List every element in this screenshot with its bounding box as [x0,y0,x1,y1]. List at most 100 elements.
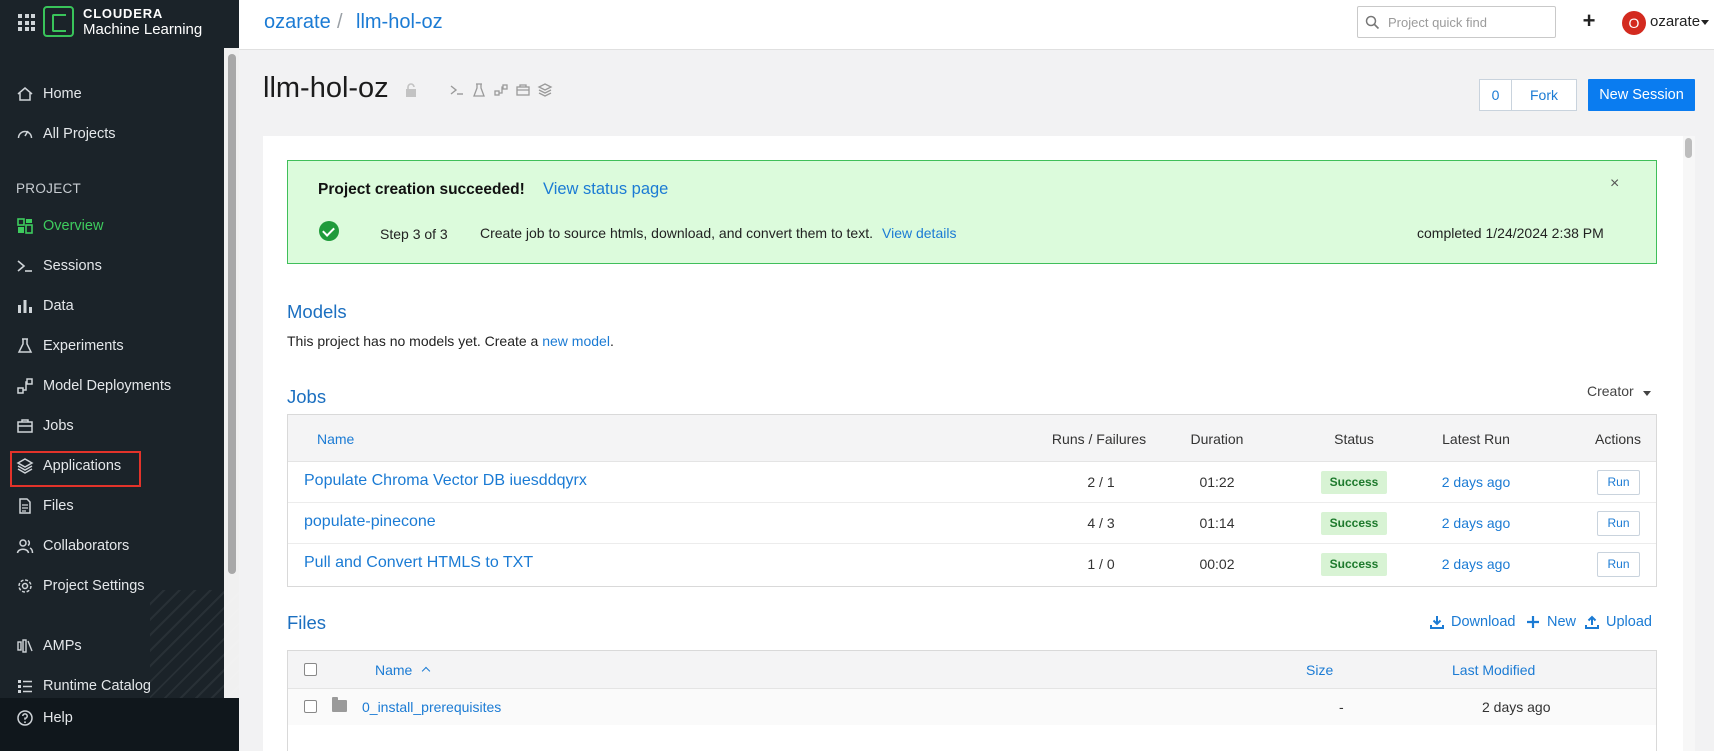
column-actions: Actions [1595,431,1641,447]
file-name-link[interactable]: 0_install_prerequisites [362,699,501,715]
job-name-link[interactable]: populate-pinecone [304,513,436,531]
files-heading[interactable]: Files [287,612,326,634]
file-icon [19,498,31,514]
sidebar-item-overview[interactable]: Overview [16,214,216,238]
sidebar-scrollbar-thumb[interactable] [228,54,236,574]
project-quick-find[interactable] [1357,6,1556,38]
view-status-link[interactable]: View status page [543,180,668,199]
upload-icon [1585,615,1599,629]
column-latest-run: Latest Run [1442,431,1510,447]
table-row: Populate Chroma Vector DB iuesddqyrx 2 /… [288,462,1656,503]
sidebar-item-label: Sessions [43,258,102,274]
table-row: Pull and Convert HTMLS to TXT 1 / 0 00:0… [288,544,1656,585]
creator-filter[interactable]: Creator [1587,383,1634,399]
applications-highlight [10,451,141,487]
sidebar-item-data[interactable]: Data [16,294,216,318]
download-button[interactable]: Download [1430,614,1516,630]
main-scrollbar-thumb[interactable] [1685,138,1692,158]
job-duration: 00:02 [1199,556,1235,572]
sidebar-item-files[interactable]: Files [16,494,216,518]
overview-icon [17,218,33,234]
sidebar-item-label: Experiments [43,338,124,354]
top-bar: ozarate / llm-hol-oz + O ozarate [239,0,1714,50]
main-scrollbar[interactable] [1683,136,1695,751]
plus-icon [1527,616,1539,628]
sort-ascending-icon[interactable] [421,666,431,676]
sidebar-item-jobs[interactable]: Jobs [16,414,216,438]
latest-run-link[interactable]: 2 days ago [1436,474,1516,490]
sidebar-item-all-projects[interactable]: All Projects [16,122,216,146]
lock-icon[interactable] [403,82,419,98]
column-duration: Duration [1190,431,1244,447]
models-period: . [609,333,614,349]
files-table: Name Size Last Modified 0_install_prereq… [287,650,1657,751]
status-badge: Success [1321,512,1387,535]
column-file-name[interactable]: Name [375,662,412,678]
row-checkbox[interactable] [304,700,317,713]
latest-run-link[interactable]: 2 days ago [1436,515,1516,531]
sidebar-item-label: All Projects [43,126,116,142]
upload-button[interactable]: Upload [1585,614,1652,630]
column-size[interactable]: Size [1306,662,1333,678]
run-button[interactable]: Run [1597,552,1640,577]
new-file-button[interactable]: New [1526,614,1576,630]
run-button[interactable]: Run [1597,511,1640,536]
column-last-modified[interactable]: Last Modified [1452,662,1535,678]
search-icon [1365,15,1380,30]
fork-button[interactable]: Fork [1511,79,1577,111]
latest-run-link[interactable]: 2 days ago [1436,556,1516,572]
sidebar-item-sessions[interactable]: Sessions [16,254,216,278]
jobs-table-header: Name Runs / Failures Duration Status Lat… [288,415,1656,462]
flask-icon [17,338,33,353]
table-row: populate-pinecone 4 / 3 01:14 Success 2 … [288,503,1656,544]
add-icon[interactable]: + [1579,10,1599,32]
brand-name[interactable]: CLOUDERA Machine Learning [83,6,202,38]
sidebar: CLOUDERA Machine Learning Home All Proje… [0,0,239,751]
alert-step: Step 3 of 3 [380,226,448,242]
cloudera-logo-icon [43,6,74,37]
briefcase-icon[interactable] [515,82,531,98]
star-count-button[interactable]: 0 [1479,79,1512,111]
page-title: llm-hol-oz [263,72,389,104]
chevron-down-icon[interactable] [1701,20,1709,25]
sidebar-item-model-deployments[interactable]: Model Deployments [16,374,216,398]
sidebar-item-label: Files [43,498,74,514]
quick-find-input[interactable] [1388,12,1548,32]
models-heading[interactable]: Models [287,301,347,323]
model-icon[interactable] [493,82,509,98]
sidebar-item-amps[interactable]: AMPs [16,634,216,658]
user-menu[interactable]: ozarate [1650,13,1700,30]
chevron-down-icon[interactable] [1643,391,1651,396]
terminal-icon[interactable] [449,82,465,98]
column-name[interactable]: Name [317,431,354,447]
layers-icon[interactable] [537,82,553,98]
job-name-link[interactable]: Populate Chroma Vector DB iuesddqyrx [304,472,587,490]
sidebar-item-label: Home [43,86,82,102]
sidebar-item-home[interactable]: Home [16,82,216,106]
flask-icon[interactable] [471,82,487,98]
view-details-link[interactable]: View details [882,225,956,241]
job-duration: 01:14 [1199,515,1235,531]
select-all-checkbox[interactable] [304,663,317,676]
files-table-header: Name Size Last Modified [288,651,1656,689]
sidebar-section-project: PROJECT [16,181,82,196]
job-name-link[interactable]: Pull and Convert HTMLS to TXT [304,554,533,572]
sidebar-item-help[interactable]: Help [16,706,216,730]
gauge-icon [17,130,33,139]
jobs-heading[interactable]: Jobs [287,386,326,408]
briefcase-icon [17,419,33,433]
sidebar-item-runtime-catalog[interactable]: Runtime Catalog [16,674,216,698]
sidebar-item-experiments[interactable]: Experiments [16,334,216,358]
avatar[interactable]: O [1622,11,1646,35]
breadcrumb-project[interactable]: llm-hol-oz [356,11,443,34]
download-label: Download [1451,614,1516,630]
run-button[interactable]: Run [1597,470,1640,495]
new-model-link[interactable]: new model [542,333,610,349]
sidebar-item-collaborators[interactable]: Collaborators [16,534,216,558]
status-badge: Success [1321,471,1387,494]
new-session-button[interactable]: New Session [1588,79,1695,111]
models-empty-message: This project has no models yet. Create a [287,333,539,349]
breadcrumb-user[interactable]: ozarate [264,11,331,34]
apps-grid-icon[interactable] [18,14,35,31]
close-icon[interactable]: × [1610,175,1619,193]
